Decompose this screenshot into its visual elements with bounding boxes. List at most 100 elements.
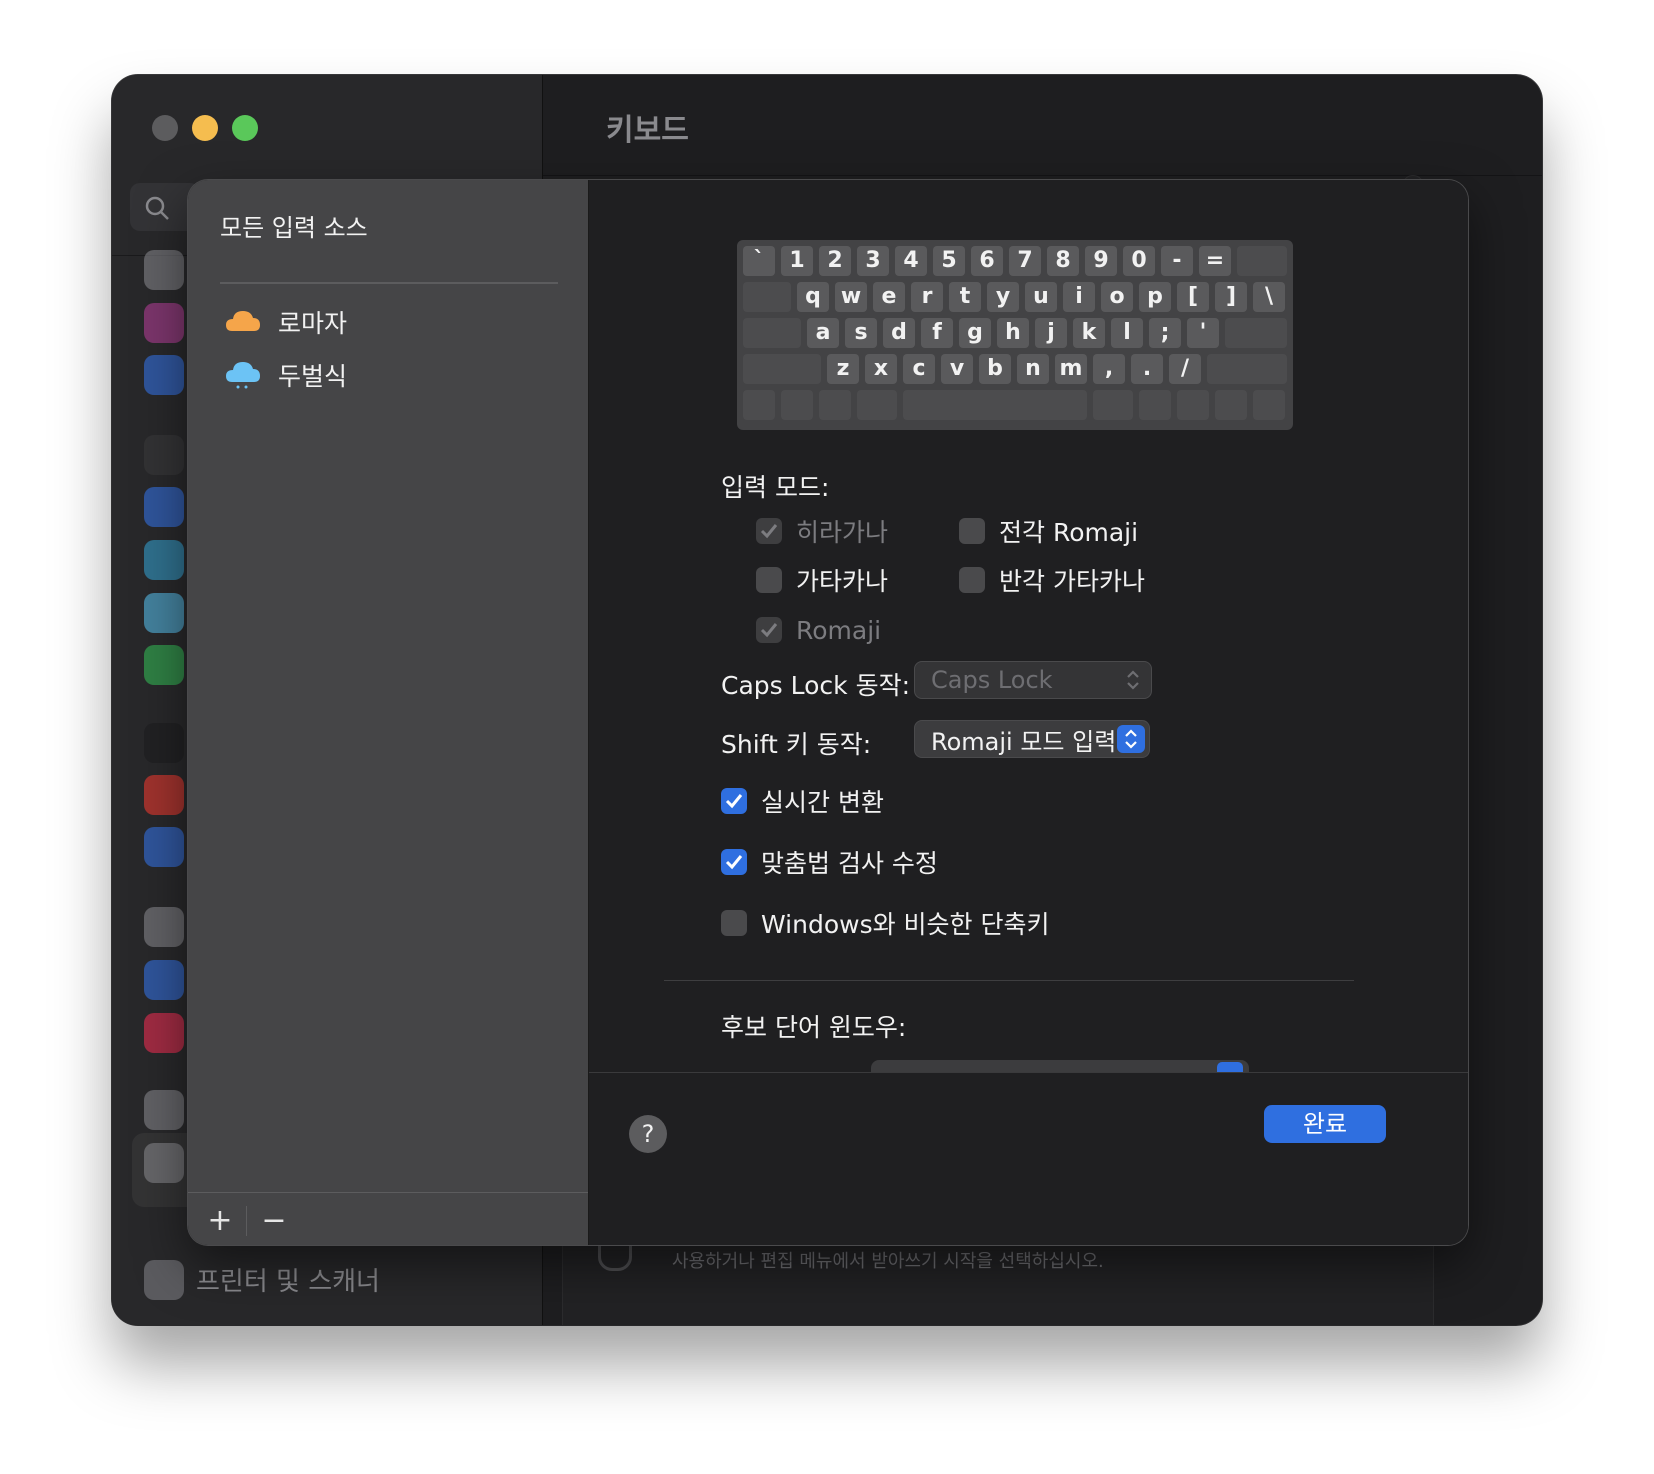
keyboard-key-blank (781, 390, 813, 420)
caps-lock-popup: Caps Lock (914, 661, 1152, 699)
minimize-window-button[interactable] (192, 115, 218, 141)
shift-key-popup[interactable]: Romaji 모드 입력 (914, 720, 1150, 758)
keyboard-key: - (1161, 246, 1193, 276)
keyboard-icon[interactable] (144, 1090, 184, 1130)
keyboard-key: p (1139, 282, 1171, 312)
displays-icon[interactable] (144, 487, 184, 527)
keyboard-key: v (941, 354, 973, 384)
checkbox[interactable] (959, 518, 985, 544)
section-divider (664, 980, 1354, 981)
checkmark-icon (725, 855, 743, 870)
input-mode-hiragana: 히라가나 (756, 514, 888, 548)
keyboard-key: ] (1215, 282, 1247, 312)
battery-icon[interactable] (144, 645, 184, 685)
shift-key-value: Romaji 모드 입력 (931, 727, 1117, 756)
option-spelling-correction[interactable]: 맞춤법 검사 수정 (721, 845, 938, 879)
game-center-icon[interactable] (144, 1013, 184, 1053)
users-groups-icon[interactable] (144, 827, 184, 867)
touch-id-icon[interactable] (144, 775, 184, 815)
remove-source-button[interactable]: − (254, 1200, 294, 1240)
checkbox[interactable] (756, 567, 782, 593)
keyboard-key: g (959, 318, 991, 348)
help-button[interactable]: ? (629, 1115, 667, 1153)
keyboard-key: u (1025, 282, 1057, 312)
keyboard-key: . (1131, 354, 1163, 384)
checkbox-label: 가타카나 (796, 567, 889, 596)
privacy-hand-icon[interactable] (144, 355, 184, 395)
keyboard-key-blank (743, 390, 775, 420)
keyboard-key-blank (1215, 390, 1247, 420)
cloud-orange-icon (224, 307, 262, 337)
source-item-dubeolsik[interactable]: 두벌식 (224, 353, 347, 397)
chevron-updown-icon (1117, 725, 1145, 753)
close-window-button[interactable] (152, 115, 178, 141)
printer-icon (144, 1260, 184, 1300)
checkbox[interactable] (721, 910, 747, 936)
keyboard-key: i (1063, 282, 1095, 312)
siri-icon[interactable] (144, 303, 184, 343)
keyboard-key-blank (1093, 390, 1133, 420)
keyboard-key: w (835, 282, 867, 312)
keyboard-key: 1 (781, 246, 813, 276)
lock-screen-icon[interactable] (144, 723, 184, 763)
keyboard-key: k (1073, 318, 1105, 348)
keyboard-key: r (911, 282, 943, 312)
keyboard-key: / (1169, 354, 1201, 384)
option-windows-shortcuts[interactable]: Windows와 비슷한 단축키 (721, 906, 1050, 940)
keyboard-key-blank (1237, 246, 1287, 276)
keyboard-key-blank (819, 390, 851, 420)
checkbox[interactable] (721, 849, 747, 875)
sidebar-item-printers-scanners[interactable]: 프린터 및 스캐너 (196, 1261, 380, 1298)
source-label: 두벌식 (278, 362, 348, 391)
input-mode-katakana[interactable]: 가타카나 (756, 563, 888, 597)
dictation-line-2: 사용하거나 편집 메뉴에서 받아쓰기 시작을 선택하십시오. (672, 1251, 1104, 1272)
add-source-button[interactable]: + (200, 1200, 240, 1240)
caps-lock-label: Caps Lock 동작: (721, 671, 910, 700)
keyboard-key: x (865, 354, 897, 384)
keyboard-key: 7 (1009, 246, 1041, 276)
keyboard-key: e (873, 282, 905, 312)
keyboard-key: s (845, 318, 877, 348)
keyboard-key: ` (743, 246, 775, 276)
desktop-dock-icon[interactable] (144, 435, 184, 475)
checkbox[interactable] (959, 567, 985, 593)
control-center-icon[interactable] (144, 250, 184, 290)
source-item-romaji[interactable]: 로마자 (224, 300, 347, 344)
keyboard-key: = (1199, 246, 1231, 276)
input-mode-label: 입력 모드: (721, 473, 830, 502)
search-icon (145, 196, 169, 220)
input-mode-romaji: Romaji (756, 613, 881, 647)
keyboard-key: a (807, 318, 839, 348)
keyboard-key: q (797, 282, 829, 312)
passwords-icon[interactable] (144, 907, 184, 947)
wallpaper-icon[interactable] (144, 540, 184, 580)
done-button[interactable]: 완료 (1264, 1105, 1386, 1143)
keyboard-key: ' (1187, 318, 1219, 348)
option-live-conversion[interactable]: 실시간 변환 (721, 784, 884, 818)
keyboard-key: 8 (1047, 246, 1079, 276)
chevron-updown-icon (1119, 666, 1147, 694)
keyboard-key: 6 (971, 246, 1003, 276)
input-mode-halfwidth-katakana[interactable]: 반각 가타카나 (959, 563, 1145, 597)
keyboard-key: b (979, 354, 1011, 384)
candidate-window-label: 후보 단어 윈도우: (721, 1013, 907, 1042)
keyboard-key-blank (743, 282, 791, 312)
input-mode-fullwidth-romaji[interactable]: 전각 Romaji (959, 514, 1138, 548)
internet-accounts-icon[interactable] (144, 960, 184, 1000)
checkmark-icon (760, 623, 778, 638)
page-title: 키보드 (606, 113, 689, 148)
zoom-window-button[interactable] (232, 115, 258, 141)
checkbox[interactable] (721, 788, 747, 814)
keyboard-key: o (1101, 282, 1133, 312)
keyboard-key: n (1017, 354, 1049, 384)
keyboard-key: y (987, 282, 1019, 312)
checkbox (756, 617, 782, 643)
trackpad-icon[interactable] (144, 1143, 184, 1183)
keyboard-key-blank (743, 318, 801, 348)
checkbox-label: Romaji (796, 615, 882, 645)
checkbox-label: 전각 Romaji (999, 518, 1139, 547)
screensaver-icon[interactable] (144, 593, 184, 633)
input-sources-divider (220, 282, 558, 284)
keyboard-key: 3 (857, 246, 889, 276)
keyboard-key: \ (1253, 282, 1285, 312)
